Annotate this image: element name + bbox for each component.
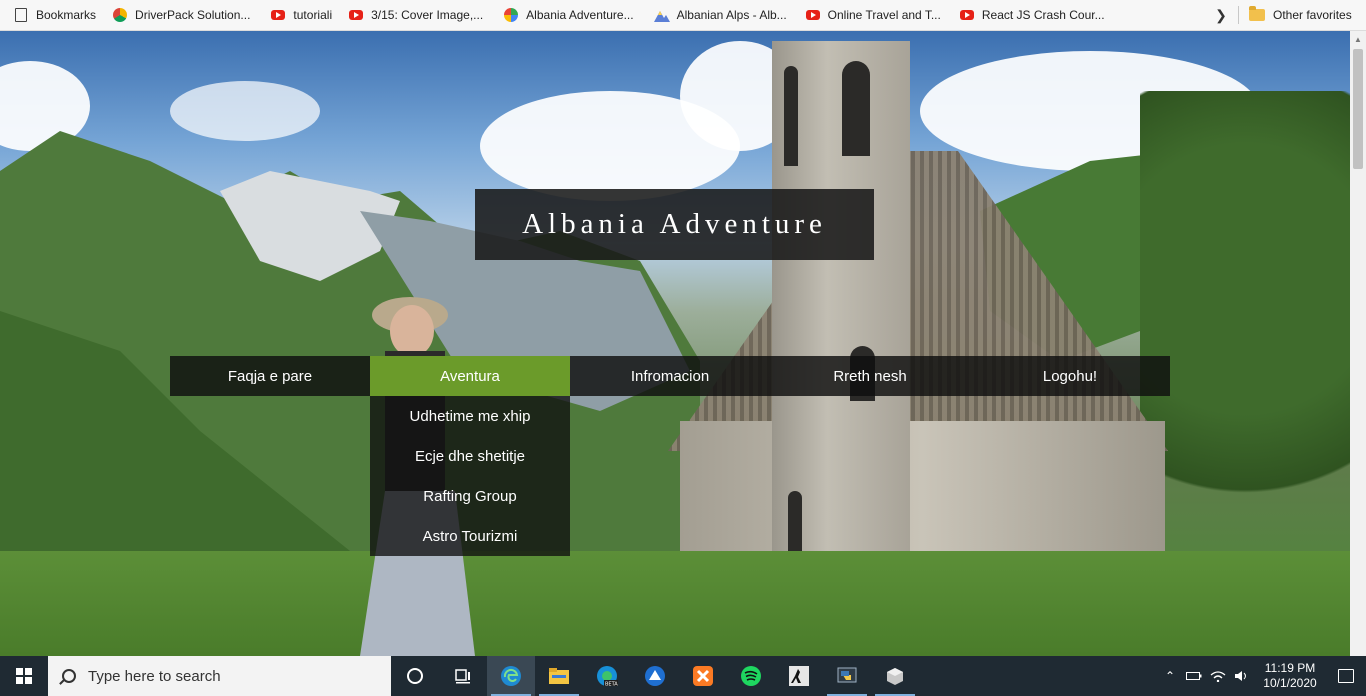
bookmarks-bar: Bookmarks DriverPack Solution... tutoria… [0, 0, 1366, 31]
wifi-icon[interactable] [1206, 656, 1230, 696]
bookmarks-divider [1238, 6, 1239, 24]
dropdown-item-rafting-group[interactable]: Rafting Group [370, 476, 570, 516]
windows-logo-icon [16, 668, 32, 684]
other-favorites-label: Other favorites [1273, 8, 1352, 22]
windows-taskbar: Type here to search BETA ⌃ 11:19 PM 10/1… [0, 656, 1366, 696]
page-viewport: Albania Adventure Faqja e pare Aventura … [0, 31, 1350, 656]
chevron-right-icon[interactable]: ❯ [1212, 4, 1230, 26]
bookmark-label: 3/15: Cover Image,... [371, 8, 484, 22]
xampp-icon[interactable] [679, 656, 727, 696]
bookmark-bookmarks[interactable]: Bookmarks [6, 3, 103, 27]
nav-infromacion[interactable]: Infromacion [570, 356, 770, 396]
start-button[interactable] [0, 656, 48, 696]
bookmark-online-travel[interactable]: Online Travel and T... [798, 3, 948, 27]
bookmark-albanian-alps[interactable]: Albanian Alps - Alb... [647, 3, 794, 27]
taskbar-search-box[interactable]: Type here to search [48, 656, 391, 696]
dropdown-item-udhetime-me-xhip[interactable]: Udhetime me xhip [370, 396, 570, 436]
bookmark-label: Albanian Alps - Alb... [676, 8, 787, 22]
driverpack-icon [112, 7, 128, 23]
clock[interactable]: 11:19 PM 10/1/2020 [1254, 661, 1326, 691]
app-icon[interactable] [631, 656, 679, 696]
bookmark-label: React JS Crash Cour... [981, 8, 1105, 22]
site-title: Albania Adventure [475, 189, 874, 260]
bookmark-react-crash[interactable]: React JS Crash Cour... [952, 3, 1112, 27]
clock-time: 11:19 PM [1264, 661, 1316, 675]
bookmark-albania-adventure[interactable]: Albania Adventure... [496, 3, 640, 27]
bookmark-label: DriverPack Solution... [135, 8, 251, 22]
battery-icon[interactable] [1182, 656, 1206, 696]
notification-icon [1338, 669, 1354, 683]
bookmark-label: Online Travel and T... [827, 8, 941, 22]
python-icon[interactable] [823, 656, 871, 696]
dropdown-item-astro-tourizmi[interactable]: Astro Tourizmi [370, 516, 570, 556]
bookmark-driverpack[interactable]: DriverPack Solution... [105, 3, 257, 27]
bookmark-tutoriali[interactable]: tutoriali [263, 3, 339, 27]
nav-faqja-e-pare[interactable]: Faqja e pare [170, 356, 370, 396]
task-view-icon[interactable] [439, 656, 487, 696]
search-icon [62, 669, 76, 683]
youtube-icon [270, 7, 286, 23]
nav-logohu[interactable]: Logohu! [970, 356, 1170, 396]
bookmark-label: Albania Adventure... [526, 8, 634, 22]
volume-icon[interactable] [1230, 656, 1254, 696]
dropdown-item-ecje-dhe-shetitje[interactable]: Ecje dhe shetitje [370, 436, 570, 476]
app-cube-icon[interactable] [871, 656, 919, 696]
notifications-button[interactable] [1326, 656, 1366, 696]
hero-background-image [0, 31, 1350, 656]
other-favorites-folder[interactable]: Other favorites [1249, 3, 1352, 27]
search-placeholder: Type here to search [88, 667, 221, 685]
chevron-up-icon[interactable]: ⌃ [1158, 656, 1182, 696]
bookmark-cover-image[interactable]: 3/15: Cover Image,... [341, 3, 490, 27]
bookmark-page-icon [13, 7, 29, 23]
mountain-icon [653, 7, 670, 23]
youtube-icon [959, 7, 975, 23]
scroll-up-arrow-icon[interactable]: ▲ [1350, 31, 1366, 47]
system-tray: ⌃ 11:19 PM 10/1/2020 [1158, 656, 1366, 696]
scroll-thumb[interactable] [1353, 49, 1363, 169]
nav-rreth-nesh[interactable]: Rreth nesh [770, 356, 970, 396]
nav-aventura[interactable]: Aventura [370, 356, 570, 396]
edge-beta-icon[interactable]: BETA [583, 656, 631, 696]
edge-icon[interactable] [487, 656, 535, 696]
folder-icon [1249, 6, 1265, 21]
bookmark-label: tutoriali [293, 8, 333, 22]
bookmark-label: Bookmarks [36, 8, 97, 22]
cortana-icon[interactable] [391, 656, 439, 696]
file-explorer-icon[interactable] [535, 656, 583, 696]
youtube-icon [348, 7, 364, 23]
counter-strike-icon[interactable] [775, 656, 823, 696]
spotify-icon[interactable] [727, 656, 775, 696]
clock-date: 10/1/2020 [1263, 676, 1317, 690]
main-nav: Faqja e pare Aventura Infromacion Rreth … [170, 356, 1170, 396]
globe-icon [503, 7, 519, 23]
youtube-icon [805, 7, 821, 23]
aventura-dropdown-menu: Udhetime me xhip Ecje dhe shetitje Rafti… [370, 396, 570, 556]
svg-text:BETA: BETA [605, 682, 618, 688]
vertical-scrollbar[interactable]: ▲ [1350, 31, 1366, 656]
